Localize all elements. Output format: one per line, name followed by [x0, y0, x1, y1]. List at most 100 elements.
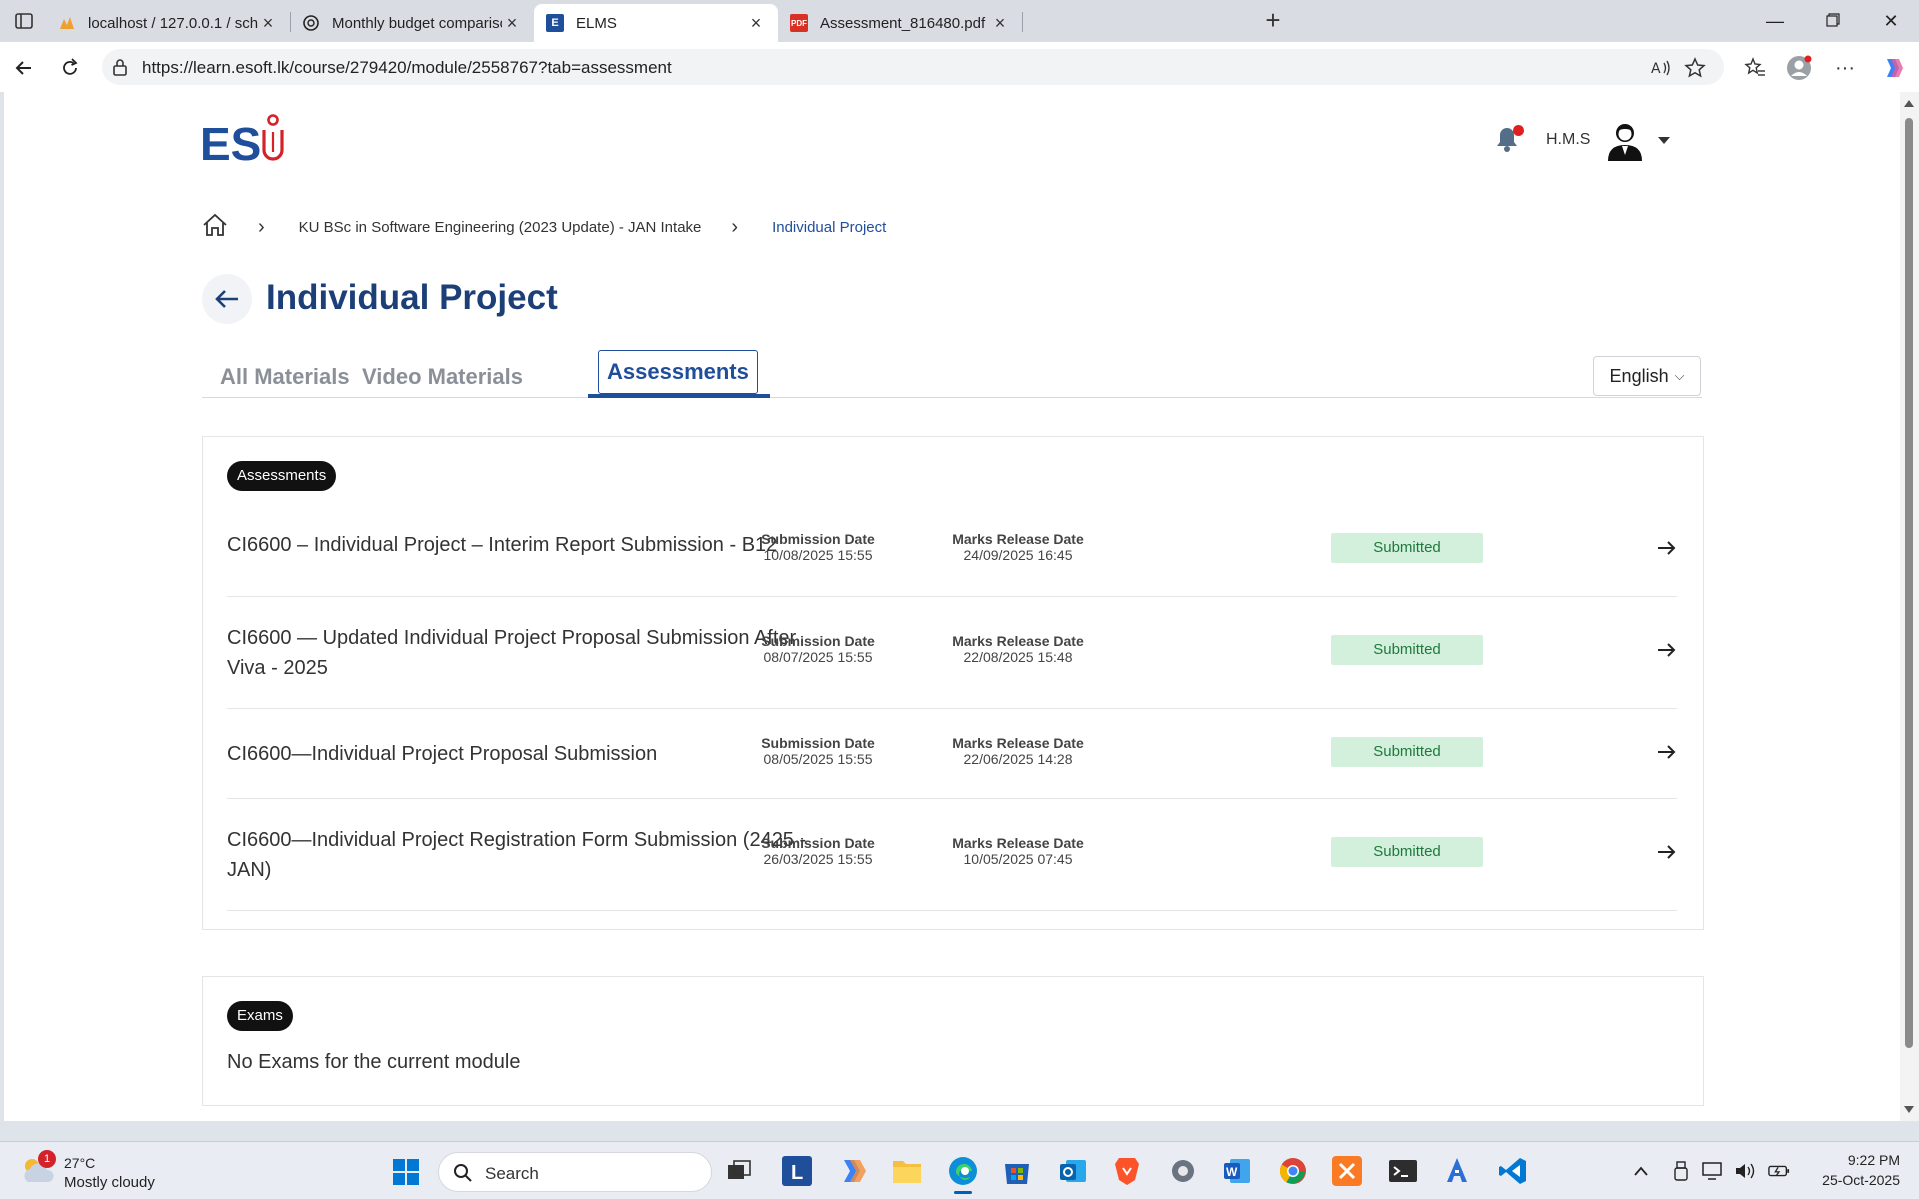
- arrow-left-icon: [215, 290, 238, 308]
- pdf-icon: PDF: [790, 14, 808, 32]
- taskbar-search[interactable]: Search: [438, 1152, 712, 1192]
- release-date-label: Marks Release Date: [952, 633, 1084, 649]
- exams-empty-message: No Exams for the current module: [227, 1051, 521, 1073]
- release-date-value: 10/05/2025 07:45: [963, 851, 1073, 867]
- breadcrumb-current[interactable]: Individual Project: [772, 219, 886, 236]
- scroll-up-icon[interactable]: [1904, 100, 1914, 107]
- writing-app-icon[interactable]: [1438, 1152, 1476, 1190]
- address-bar[interactable]: https://learn.esoft.lk/course/279420/mod…: [102, 49, 1724, 85]
- favorites-icon[interactable]: [1742, 55, 1768, 81]
- home-icon[interactable]: [202, 213, 228, 241]
- tab-title: localhost / 127.0.0.1 / school_adm: [88, 14, 258, 32]
- vscode-icon[interactable]: [1494, 1152, 1532, 1190]
- material-tabs: All Materials Video Materials Assessment…: [202, 350, 1702, 398]
- copilot-app-icon[interactable]: [834, 1152, 872, 1190]
- assessment-row[interactable]: CI6600 — Updated Individual Project Prop…: [227, 597, 1677, 709]
- weather-widget[interactable]: 1 27°C Mostly cloudy: [20, 1150, 170, 1194]
- clock-date: 25-Oct-2025: [1822, 1172, 1900, 1188]
- edge-browser-icon[interactable]: [944, 1152, 982, 1194]
- tab-assessments[interactable]: Assessments: [598, 350, 758, 394]
- close-icon[interactable]: ×: [990, 13, 1010, 34]
- assessments-card: Assessments CI6600 – Individual Project …: [202, 436, 1704, 930]
- browser-tab-phpmyadmin[interactable]: localhost / 127.0.0.1 / school_adm ×: [46, 4, 290, 42]
- back-button[interactable]: [202, 274, 252, 324]
- scroll-down-icon[interactable]: [1904, 1106, 1914, 1113]
- close-icon[interactable]: ×: [502, 13, 522, 34]
- svg-text:ES: ES: [200, 118, 261, 168]
- browser-tab-chatgpt[interactable]: Monthly budget comparison temp ×: [290, 4, 534, 42]
- release-date-value: 24/09/2025 16:45: [963, 547, 1073, 563]
- l-app-icon[interactable]: L: [778, 1152, 816, 1190]
- notification-dot: [1513, 125, 1524, 136]
- browser-tab-pdf[interactable]: PDF Assessment_816480.pdf ×: [778, 4, 1022, 42]
- release-date-label: Marks Release Date: [952, 835, 1084, 851]
- lock-icon[interactable]: [112, 58, 128, 81]
- phpmyadmin-icon: [58, 14, 76, 32]
- page-viewport: ES H.M.S › KU BSc in Software Engineerin…: [4, 92, 1900, 1121]
- assessment-row[interactable]: CI6600 – Individual Project – Interim Re…: [227, 511, 1677, 597]
- read-aloud-icon[interactable]: A: [1650, 57, 1672, 79]
- breadcrumb: › KU BSc in Software Engineering (2023 U…: [202, 212, 886, 242]
- settings-gear-icon[interactable]: [1164, 1152, 1202, 1190]
- user-menu-caret-icon[interactable]: [1658, 136, 1671, 144]
- chevron-down-icon: ⌵: [1674, 368, 1685, 383]
- submission-date: Submission Date 10/08/2025 15:55: [723, 531, 913, 563]
- outlook-icon[interactable]: [1054, 1152, 1092, 1190]
- assessment-row[interactable]: CI6600—Individual Project Registration F…: [227, 799, 1677, 911]
- brave-browser-icon[interactable]: [1108, 1152, 1146, 1190]
- weather-condition: Mostly cloudy: [64, 1174, 155, 1191]
- restore-button[interactable]: [1810, 6, 1856, 36]
- assessment-row[interactable]: CI6600—Individual Project Proposal Submi…: [227, 709, 1677, 799]
- chevron-up-icon[interactable]: [1630, 1160, 1652, 1182]
- page-scrollbar[interactable]: [1900, 92, 1919, 1121]
- task-view-icon[interactable]: [720, 1152, 758, 1190]
- battery-charging-icon[interactable]: [1768, 1160, 1790, 1182]
- chrome-icon[interactable]: [1274, 1152, 1312, 1190]
- esu-logo[interactable]: ES: [200, 110, 310, 170]
- close-icon[interactable]: ×: [746, 13, 766, 34]
- status-badge: Submitted: [1331, 837, 1483, 867]
- arrow-right-icon[interactable]: [1655, 639, 1677, 661]
- tab-title: Assessment_816480.pdf: [820, 14, 986, 32]
- microsoft-store-icon[interactable]: [998, 1152, 1036, 1190]
- submission-date-value: 08/07/2025 15:55: [763, 649, 873, 665]
- terminal-icon[interactable]: [1384, 1152, 1422, 1190]
- scrollbar-thumb[interactable]: [1905, 118, 1913, 1048]
- user-avatar-icon[interactable]: [1604, 119, 1646, 161]
- breadcrumb-course[interactable]: KU BSc in Software Engineering (2023 Upd…: [299, 219, 702, 236]
- tab-video-materials[interactable]: Video Materials: [344, 358, 541, 396]
- refresh-icon[interactable]: [54, 52, 86, 84]
- tab-title: Monthly budget comparison temp: [332, 14, 502, 32]
- submission-date-label: Submission Date: [761, 735, 875, 751]
- network-icon[interactable]: [1702, 1160, 1724, 1182]
- close-icon[interactable]: ×: [258, 13, 278, 34]
- tab-title: ELMS: [576, 14, 617, 32]
- back-icon[interactable]: [8, 52, 40, 84]
- minimize-button[interactable]: —: [1752, 6, 1798, 36]
- svg-text:A: A: [1651, 61, 1661, 77]
- arrow-right-icon[interactable]: [1655, 741, 1677, 763]
- profile-icon[interactable]: [1786, 55, 1812, 81]
- submission-date-value: 26/03/2025 15:55: [763, 851, 873, 867]
- browser-tab-elms[interactable]: E ELMS ×: [534, 4, 778, 42]
- word-icon[interactable]: W: [1218, 1152, 1256, 1190]
- arrow-right-icon[interactable]: [1655, 841, 1677, 863]
- notification-bell-icon[interactable]: [1494, 125, 1524, 155]
- tab-all-materials[interactable]: All Materials: [202, 358, 368, 396]
- windows-start-icon[interactable]: [392, 1158, 420, 1186]
- system-clock[interactable]: 9:22 PM 25-Oct-2025: [1800, 1150, 1900, 1190]
- page-title: Individual Project: [266, 278, 558, 317]
- usb-device-icon[interactable]: [1670, 1160, 1692, 1182]
- arrow-right-icon[interactable]: [1655, 537, 1677, 559]
- close-window-button[interactable]: ✕: [1868, 6, 1914, 36]
- language-select[interactable]: English ⌵: [1593, 356, 1701, 396]
- more-options-icon[interactable]: ···: [1832, 55, 1858, 81]
- favorite-star-icon[interactable]: [1684, 57, 1706, 79]
- copilot-icon[interactable]: [1880, 55, 1906, 81]
- file-explorer-icon[interactable]: [888, 1152, 926, 1190]
- status-badge: Submitted: [1331, 635, 1483, 665]
- xampp-icon[interactable]: [1328, 1152, 1366, 1190]
- tab-actions-icon[interactable]: [10, 8, 38, 34]
- volume-icon[interactable]: [1734, 1160, 1756, 1182]
- new-tab-button[interactable]: +: [1258, 6, 1288, 36]
